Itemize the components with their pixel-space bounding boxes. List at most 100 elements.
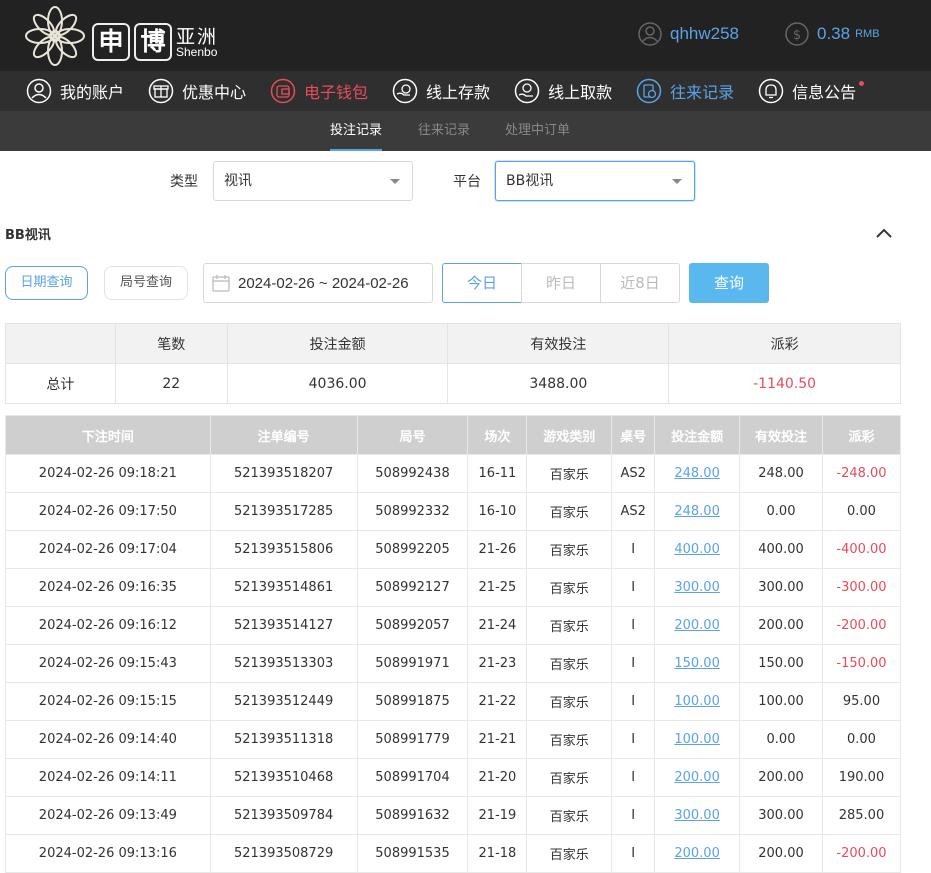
bet-amount[interactable]: 300.00 [654, 796, 741, 835]
session: 16-10 [467, 492, 528, 531]
round-id: 508992127 [356, 568, 469, 607]
nav-label: 线上存款 [426, 83, 491, 102]
nav-promotions[interactable]: 优惠中心 [148, 71, 246, 111]
bet-amount[interactable]: 200.00 [654, 606, 741, 645]
sub-nav: 投注记录 往来记录 处理中订单 [0, 111, 931, 151]
bet-amount[interactable]: 248.00 [654, 454, 741, 493]
valid-bet: 200.00 [739, 834, 823, 873]
nav-online-withdraw[interactable]: 线上取款 [514, 71, 612, 111]
bet-id: 521393510468 [209, 758, 358, 797]
records-icon [636, 78, 662, 104]
nav-announcements[interactable]: 信息公告 [758, 71, 865, 111]
wallet-balance[interactable]: $ 0.38 RMB [785, 20, 880, 48]
date-range-picker[interactable]: 2024-02-26 ~ 2024-02-26 [203, 263, 433, 303]
bet-amount[interactable]: 300.00 [654, 568, 741, 607]
payout: 285.00 [821, 796, 902, 835]
bet-amount[interactable]: 200.00 [654, 758, 741, 797]
chevron-up-icon[interactable] [874, 224, 894, 242]
bet-time: 2024-02-26 09:13:16 [5, 834, 211, 873]
game-type: 百家乐 [526, 758, 613, 797]
tab-transaction-records[interactable]: 往来记录 [418, 111, 470, 151]
bet-time: 2024-02-26 09:17:50 [5, 492, 211, 531]
summary-payout: -1140.50 [668, 363, 901, 404]
session: 21-26 [467, 530, 528, 569]
table-row: 2024-02-26 09:16:12 521393514127 508992057… [5, 606, 902, 645]
bet-amount[interactable]: 150.00 [654, 644, 741, 683]
table-id: I [611, 568, 656, 607]
round-id: 508992057 [356, 606, 469, 645]
table-id: I [611, 796, 656, 835]
col-header: 下注时间 [5, 415, 211, 455]
nav-online-deposit[interactable]: 线上存款 [392, 71, 490, 111]
date-query-button[interactable]: 日期查询 [5, 266, 88, 300]
bet-amount[interactable]: 100.00 [654, 720, 741, 759]
bet-id: 521393517285 [209, 492, 358, 531]
nav-label: 优惠中心 [182, 83, 247, 102]
round-id: 508991875 [356, 682, 469, 721]
summary-header: 派彩 [668, 323, 901, 364]
valid-bet: 200.00 [739, 758, 823, 797]
session: 21-25 [467, 568, 528, 607]
platform-value: BB视讯 [506, 173, 554, 189]
bet-id: 521393514861 [209, 568, 358, 607]
table-id: I [611, 682, 656, 721]
payout: -200.00 [821, 834, 902, 873]
valid-bet: 0.00 [739, 720, 823, 759]
bet-id: 521393511318 [209, 720, 358, 759]
summary-count: 22 [114, 363, 228, 404]
valid-bet: 400.00 [739, 530, 823, 569]
table-row: 2024-02-26 09:15:43 521393513303 508991971… [5, 644, 902, 683]
bet-amount[interactable]: 400.00 [654, 530, 741, 569]
notification-dot [859, 80, 865, 86]
brand-logo[interactable]: 申 博 亚洲 Shenbo [24, 5, 224, 67]
summary-label: 总计 [5, 363, 116, 404]
platform-select[interactable]: BB视讯 [495, 161, 695, 201]
bet-time: 2024-02-26 09:15:15 [5, 682, 211, 721]
user-icon [26, 78, 52, 104]
session: 21-18 [467, 834, 528, 873]
bet-amount[interactable]: 200.00 [654, 834, 741, 873]
last-8-days-button[interactable]: 近8日 [600, 263, 680, 303]
round-id: 508991971 [356, 644, 469, 683]
type-label: 类型 [170, 174, 198, 190]
payout: 0.00 [821, 720, 902, 759]
nav-transaction-records[interactable]: 往来记录 [636, 71, 734, 111]
session: 21-21 [467, 720, 528, 759]
round-id: 508992438 [356, 454, 469, 493]
table-row: 2024-02-26 09:13:49 521393509784 508991632… [5, 796, 902, 835]
bet-id: 521393512449 [209, 682, 358, 721]
type-select[interactable]: 视讯 [213, 161, 413, 201]
deposit-icon [392, 78, 418, 104]
table-id: AS2 [611, 454, 656, 493]
bell-icon [758, 78, 784, 104]
bet-amount[interactable]: 100.00 [654, 682, 741, 721]
table-row: 2024-02-26 09:18:21 521393518207 508992438… [5, 454, 902, 493]
nav-label: 电子钱包 [304, 83, 369, 102]
game-type: 百家乐 [526, 492, 613, 531]
today-button[interactable]: 今日 [442, 263, 522, 303]
nav-my-account[interactable]: 我的账户 [26, 71, 124, 111]
valid-bet: 300.00 [739, 568, 823, 607]
dollar-icon: $ [785, 22, 809, 46]
game-type: 百家乐 [526, 454, 613, 493]
user-account[interactable]: qhhw258 [638, 20, 739, 48]
yesterday-button[interactable]: 昨日 [521, 263, 601, 303]
top-header: 申 博 亚洲 Shenbo qhhw258 $ 0.38 RMB [0, 0, 931, 71]
table-id: I [611, 720, 656, 759]
summary-bet: 4036.00 [226, 363, 449, 404]
table-row: 2024-02-26 09:14:40 521393511318 508991779… [5, 720, 902, 759]
table-row: 2024-02-26 09:16:35 521393514861 508992127… [5, 568, 902, 607]
tab-bet-records[interactable]: 投注记录 [330, 111, 383, 151]
query-button[interactable]: 查询 [689, 263, 769, 303]
col-header: 场次 [467, 415, 528, 455]
game-type: 百家乐 [526, 796, 613, 835]
bet-amount[interactable]: 248.00 [654, 492, 741, 531]
payout: 0.00 [821, 492, 902, 531]
round-query-button[interactable]: 局号查询 [104, 266, 188, 300]
bet-time: 2024-02-26 09:16:35 [5, 568, 211, 607]
valid-bet: 300.00 [739, 796, 823, 835]
table-id: I [611, 606, 656, 645]
bet-time: 2024-02-26 09:13:49 [5, 796, 211, 835]
nav-e-wallet[interactable]: 电子钱包 [270, 71, 368, 111]
tab-pending-orders[interactable]: 处理中订单 [505, 111, 570, 151]
